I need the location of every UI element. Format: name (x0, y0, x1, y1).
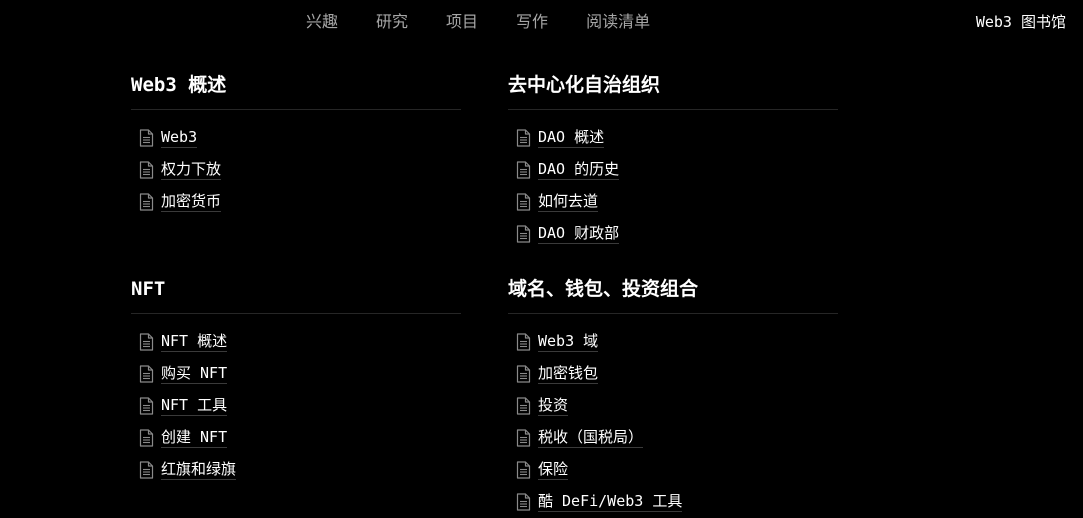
document-icon (139, 397, 154, 415)
document-icon (139, 365, 154, 383)
section-nft: NFT NFT 概述 购买 NFT NFT 工具 创建 NFT 红旗和绿旗 (131, 276, 461, 486)
item-label[interactable]: NFT 工具 (161, 396, 228, 416)
item-label[interactable]: 加密货币 (161, 192, 222, 212)
nav-link-projects[interactable]: 项目 (446, 12, 478, 32)
item-label[interactable]: DAO 概述 (538, 128, 605, 148)
list-item[interactable]: 投资 (516, 390, 838, 422)
list-item[interactable]: 创建 NFT (139, 422, 461, 454)
list-item[interactable]: 如何去道 (516, 186, 838, 218)
document-icon (516, 129, 531, 147)
document-icon (139, 129, 154, 147)
section-title: 域名、钱包、投资组合 (508, 278, 699, 300)
item-list: DAO 概述 DAO 的历史 如何去道 DAO 财政部 (508, 122, 838, 250)
section-divider (508, 313, 838, 314)
item-label[interactable]: DAO 财政部 (538, 224, 620, 244)
item-list: Web3 权力下放 加密货币 (131, 122, 461, 218)
document-icon (139, 461, 154, 479)
document-icon (516, 161, 531, 179)
site-brand[interactable]: Web3 图书馆 (976, 12, 1066, 32)
nav-link-interests[interactable]: 兴趣 (306, 12, 338, 32)
item-label[interactable]: 红旗和绿旗 (161, 460, 237, 480)
item-label[interactable]: 权力下放 (161, 160, 222, 180)
document-icon (516, 333, 531, 351)
list-item[interactable]: Web3 域 (516, 326, 838, 358)
nav-link-research[interactable]: 研究 (376, 12, 408, 32)
document-icon (516, 193, 531, 211)
list-item[interactable]: DAO 财政部 (516, 218, 838, 250)
document-icon (516, 429, 531, 447)
list-item[interactable]: 税收（国税局） (516, 422, 838, 454)
item-label[interactable]: 加密钱包 (538, 364, 599, 384)
item-label[interactable]: Web3 域 (538, 332, 599, 352)
item-label[interactable]: 投资 (538, 396, 569, 416)
section-divider (131, 313, 461, 314)
top-nav: 兴趣 研究 项目 写作 阅读清单 Web3 图书馆 (0, 0, 1083, 46)
list-item[interactable]: 保险 (516, 454, 838, 486)
list-item[interactable]: 加密钱包 (516, 358, 838, 390)
list-item[interactable]: DAO 的历史 (516, 154, 838, 186)
section-title: Web3 概述 (131, 74, 227, 96)
nav-links: 兴趣 研究 项目 写作 阅读清单 (306, 12, 650, 32)
list-item[interactable]: 加密货币 (139, 186, 461, 218)
document-icon (516, 461, 531, 479)
section-domains-wallets-portfolio: 域名、钱包、投资组合 Web3 域 加密钱包 投资 税收（国税局） 保险 酷 D… (508, 276, 838, 518)
document-icon (139, 193, 154, 211)
list-item[interactable]: 酷 DeFi/Web3 工具 (516, 486, 838, 518)
item-label[interactable]: 税收（国税局） (538, 428, 644, 448)
section-divider (131, 109, 461, 110)
item-label[interactable]: 创建 NFT (161, 428, 228, 448)
item-label[interactable]: 如何去道 (538, 192, 599, 212)
section-title: 去中心化自治组织 (508, 74, 661, 96)
document-icon (516, 397, 531, 415)
document-icon (516, 493, 531, 511)
section-dao: 去中心化自治组织 DAO 概述 DAO 的历史 如何去道 DAO 财政部 (508, 72, 838, 250)
item-label[interactable]: DAO 的历史 (538, 160, 620, 180)
item-label[interactable]: 酷 DeFi/Web3 工具 (538, 492, 683, 512)
list-item[interactable]: Web3 (139, 122, 461, 154)
item-list: NFT 概述 购买 NFT NFT 工具 创建 NFT 红旗和绿旗 (131, 326, 461, 486)
page: 兴趣 研究 项目 写作 阅读清单 Web3 图书馆 Web3 概述 Web3 权… (0, 0, 1083, 518)
list-item[interactable]: 权力下放 (139, 154, 461, 186)
list-item[interactable]: 红旗和绿旗 (139, 454, 461, 486)
item-list: Web3 域 加密钱包 投资 税收（国税局） 保险 酷 DeFi/Web3 工具 (508, 326, 838, 518)
document-icon (516, 365, 531, 383)
section-title: NFT (131, 278, 166, 300)
nav-link-reading-list[interactable]: 阅读清单 (586, 12, 650, 32)
list-item[interactable]: NFT 工具 (139, 390, 461, 422)
item-label[interactable]: Web3 (161, 128, 198, 148)
item-label[interactable]: NFT 概述 (161, 332, 228, 352)
document-icon (139, 161, 154, 179)
section-web3-overview: Web3 概述 Web3 权力下放 加密货币 (131, 72, 461, 218)
document-icon (139, 333, 154, 351)
list-item[interactable]: 购买 NFT (139, 358, 461, 390)
item-label[interactable]: 保险 (538, 460, 569, 480)
nav-link-writing[interactable]: 写作 (516, 12, 548, 32)
item-label[interactable]: 购买 NFT (161, 364, 228, 384)
section-divider (508, 109, 838, 110)
document-icon (139, 429, 154, 447)
list-item[interactable]: NFT 概述 (139, 326, 461, 358)
list-item[interactable]: DAO 概述 (516, 122, 838, 154)
document-icon (516, 225, 531, 243)
